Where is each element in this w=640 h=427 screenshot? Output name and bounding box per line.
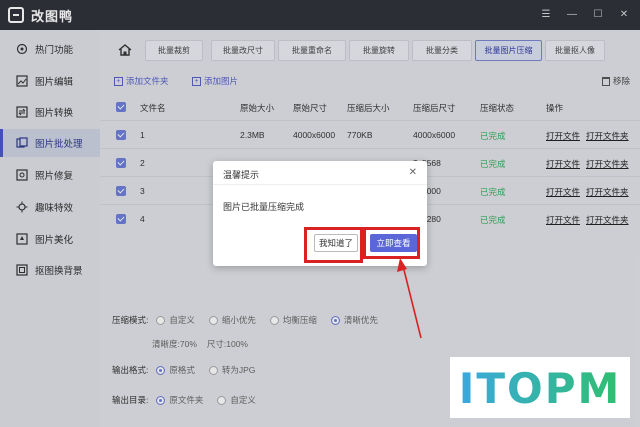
watermark-logo-text: ITOPM xyxy=(459,364,622,413)
dialog-message: 图片已批量压缩完成 xyxy=(223,202,305,212)
svg-text:ITOPM: ITOPM xyxy=(459,364,622,413)
highlight-box-got-it xyxy=(304,227,363,263)
watermark-logo: ITOPM xyxy=(450,357,630,418)
highlight-box-view-now xyxy=(363,227,420,259)
dialog-title: 温馨提示 xyxy=(223,170,260,180)
dialog-header: 温馨提示 ✕ xyxy=(213,161,427,185)
dialog-close-icon[interactable]: ✕ xyxy=(409,167,417,178)
